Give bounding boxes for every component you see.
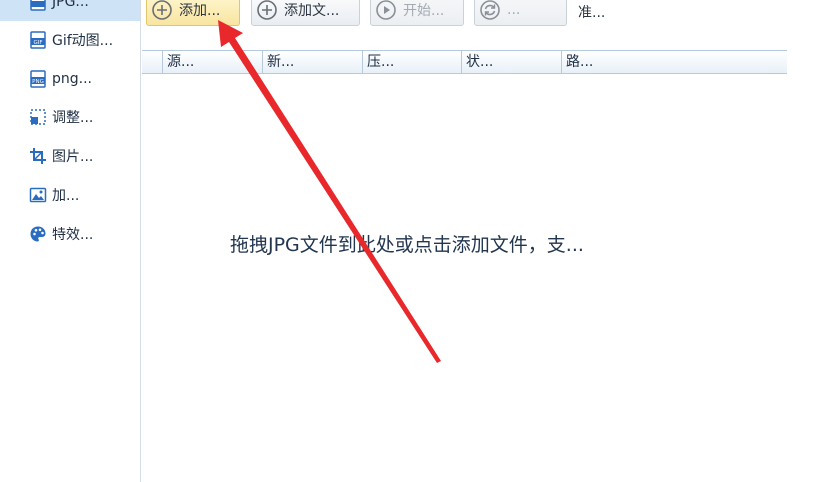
plus-circle-icon — [256, 0, 278, 21]
sidebar-item-resize[interactable]: 调整... — [0, 97, 140, 136]
column-status[interactable]: 状... — [461, 51, 561, 73]
add-folder-label: 添加文... — [284, 3, 340, 19]
png-icon: PNG — [28, 69, 48, 89]
column-compress[interactable]: 压... — [362, 51, 461, 73]
svg-text:GIF: GIF — [33, 40, 42, 46]
add-file-button[interactable]: 添加... — [146, 0, 240, 26]
sidebar-item-label: Gif动图... — [52, 32, 114, 49]
column-path[interactable]: 路... — [561, 51, 787, 73]
add-file-label: 添加... — [179, 3, 221, 19]
file-table-header: 源... 新... 压... 状... 路... — [142, 50, 787, 74]
refresh-icon — [479, 0, 501, 21]
sidebar-item-watermark[interactable]: 加... — [0, 175, 140, 214]
refresh-label: ... — [507, 2, 521, 18]
status-label: 准... — [578, 5, 606, 21]
add-folder-button[interactable]: 添加文... — [251, 0, 360, 26]
sidebar-item-label: 特效... — [52, 226, 94, 243]
sidebar-item-crop[interactable]: 图片... — [0, 136, 140, 175]
sidebar-item-effects[interactable]: 特效... — [0, 214, 140, 253]
resize-icon — [28, 107, 48, 127]
start-button[interactable]: 开始... — [370, 0, 464, 26]
sidebar-item-label: 图片... — [52, 148, 94, 165]
sidebar: JPG... GIF Gif动图... PNG png... 调整... 图片.… — [0, 0, 141, 482]
sidebar-item-label: 加... — [52, 187, 80, 204]
svg-text:PNG: PNG — [32, 79, 44, 85]
start-label: 开始... — [403, 3, 445, 19]
sidebar-item-label: JPG... — [52, 0, 89, 10]
sidebar-item-jpg[interactable]: JPG... — [0, 0, 140, 21]
play-circle-icon — [375, 0, 397, 21]
column-new[interactable]: 新... — [262, 51, 362, 73]
plus-circle-icon — [151, 0, 173, 21]
crop-icon — [28, 146, 48, 166]
sidebar-item-gif[interactable]: GIF Gif动图... — [0, 20, 140, 59]
drop-hint: 拖拽JPG文件到此处或点击添加文件，支... — [230, 234, 584, 256]
sidebar-item-label: 调整... — [52, 109, 94, 126]
gif-icon: GIF — [28, 30, 48, 50]
sidebar-item-label: png... — [52, 70, 92, 87]
palette-icon — [28, 224, 48, 244]
column-source[interactable]: 源... — [162, 51, 262, 73]
jpg-icon — [28, 0, 48, 12]
sidebar-item-png[interactable]: PNG png... — [0, 59, 140, 98]
refresh-button[interactable]: ... — [474, 0, 567, 26]
image-icon — [28, 185, 48, 205]
